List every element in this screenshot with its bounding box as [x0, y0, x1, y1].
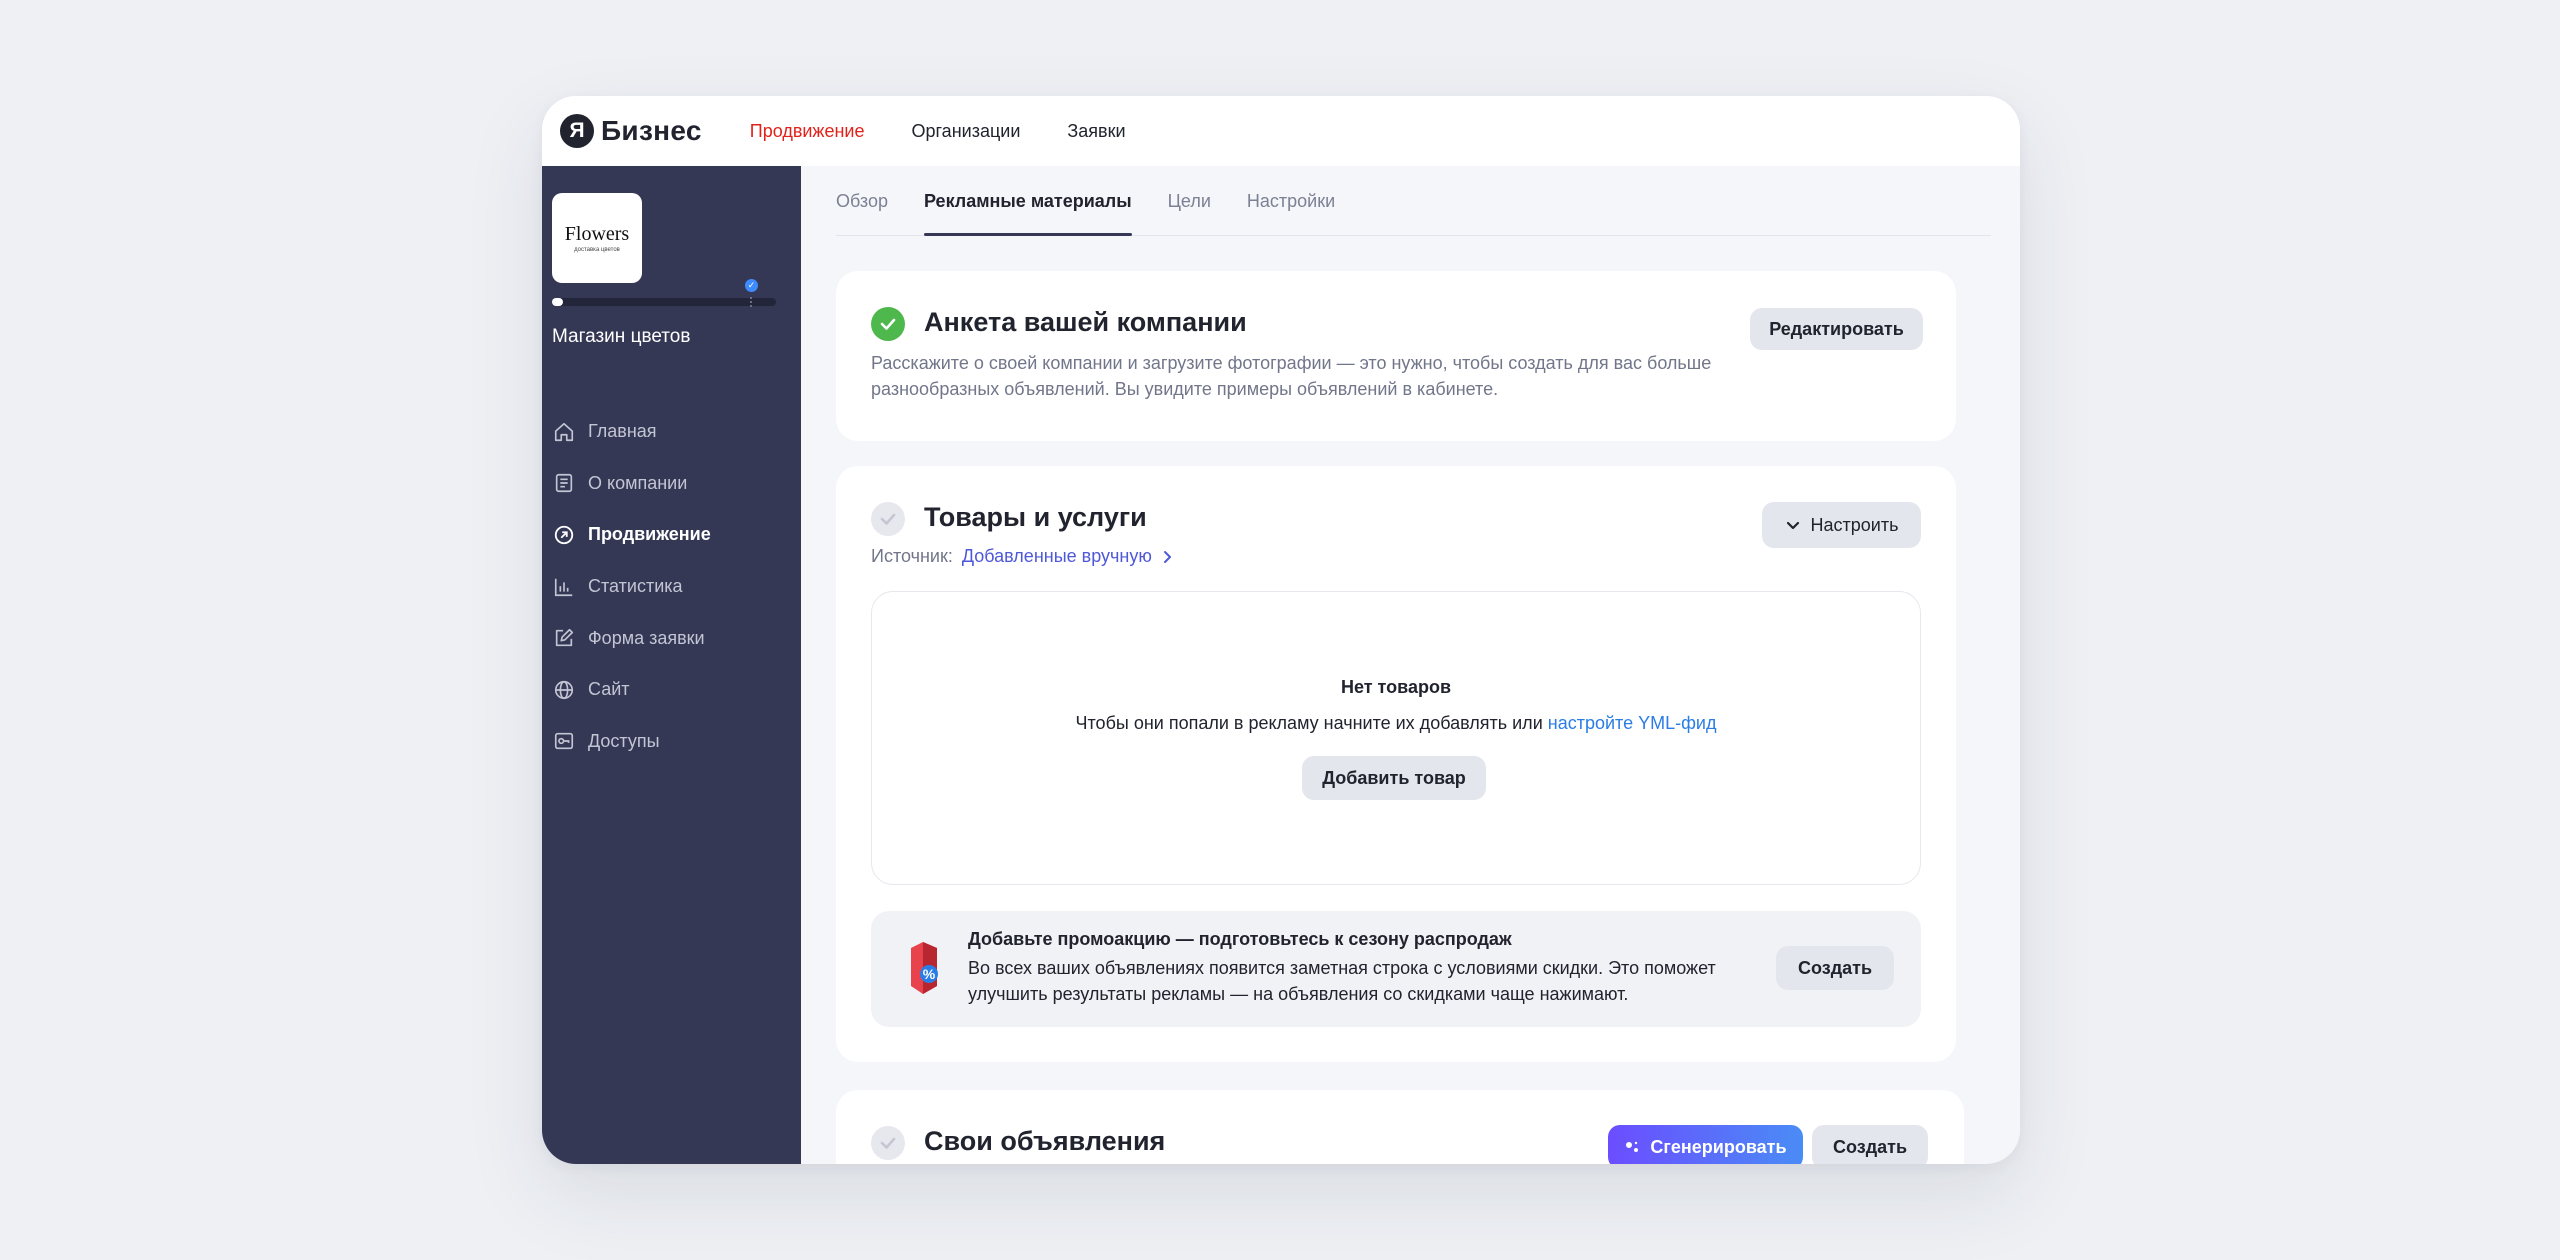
- empty-products-hint: Чтобы они попали в рекламу начните их до…: [1075, 713, 1543, 733]
- yml-feed-link[interactable]: настройте YML-фид: [1548, 713, 1717, 733]
- sidebar-item-site[interactable]: Сайт: [552, 664, 711, 716]
- globe-icon: [552, 678, 576, 702]
- own-ads-card: Свои объявления Сгенерировать Создать: [836, 1090, 1964, 1164]
- profile-desc-line-1: Расскажите о своей компании и загрузите …: [871, 353, 1712, 373]
- sidebar-item-home[interactable]: Главная: [552, 406, 711, 458]
- app-window: Я Бизнес Продвижение Организации Заявки …: [542, 96, 2020, 1164]
- main-content: Обзор Рекламные материалы Цели Настройки…: [801, 166, 2020, 1164]
- sidebar-item-label: Доступы: [588, 730, 660, 751]
- sidebar-item-statistics[interactable]: Статистика: [552, 561, 711, 613]
- configure-button-label: Настроить: [1810, 514, 1899, 535]
- generate-button-label: Сгенерировать: [1650, 1136, 1787, 1157]
- sidebar-item-label: Статистика: [588, 576, 683, 597]
- bar-chart-icon: [552, 575, 576, 599]
- sidebar-item-label: Сайт: [588, 679, 630, 700]
- configure-button[interactable]: Настроить: [1762, 502, 1921, 548]
- promo-title: Добавьте промоакцию — подготовьтесь к се…: [968, 929, 1512, 949]
- home-icon: [552, 420, 576, 444]
- create-promo-button[interactable]: Создать: [1776, 946, 1894, 990]
- check-done-icon: [871, 307, 905, 341]
- chevron-right-icon[interactable]: [1160, 550, 1174, 564]
- promo-banner: % Добавьте промоакцию — подготовьтесь к …: [871, 911, 1921, 1027]
- profile-card-description: Расскажите о своей компании и загрузите …: [871, 350, 1711, 402]
- promo-text-line-2: улучшить результаты рекламы — на объявле…: [968, 984, 1629, 1004]
- tab-bar: Обзор Рекламные материалы Цели Настройки: [836, 166, 1991, 236]
- promo-text: Во всех ваших объявлениях появится замет…: [968, 955, 1716, 1007]
- topnav-requests[interactable]: Заявки: [1067, 121, 1125, 142]
- top-bar: Я Бизнес Продвижение Организации Заявки: [542, 96, 2020, 166]
- sidebar: Flowers доставка цветов ✓ Магазин цветов…: [542, 166, 801, 1164]
- sidebar-menu: Главная О компании Продвижение Статистик…: [552, 406, 711, 767]
- svg-text:%: %: [923, 966, 936, 982]
- yandex-logo-icon: Я: [560, 114, 594, 148]
- company-logo[interactable]: Flowers доставка цветов: [552, 193, 642, 283]
- generate-button[interactable]: Сгенерировать: [1608, 1125, 1803, 1164]
- topnav-promotion[interactable]: Продвижение: [750, 121, 865, 142]
- create-ad-button[interactable]: Создать: [1812, 1125, 1928, 1164]
- sidebar-item-access[interactable]: Доступы: [552, 716, 711, 768]
- tab-goals[interactable]: Цели: [1168, 166, 1211, 236]
- discount-tag-icon: %: [903, 938, 949, 998]
- tab-ad-materials[interactable]: Рекламные материалы: [924, 166, 1132, 236]
- verified-badge-icon: ✓: [745, 279, 758, 292]
- top-navigation: Продвижение Организации Заявки: [750, 121, 1173, 142]
- check-pending-icon: [871, 502, 905, 536]
- empty-products-title: Нет товаров: [1340, 677, 1452, 697]
- check-pending-icon: [871, 1126, 905, 1160]
- key-icon: [552, 729, 576, 753]
- topnav-organizations[interactable]: Организации: [912, 121, 1021, 142]
- company-logo-subtitle: доставка цветов: [574, 246, 620, 253]
- sidebar-item-label: Главная: [588, 421, 657, 442]
- progress-marker: [750, 297, 752, 307]
- empty-products-box: Нет товаров Чтобы они попали в рекламу н…: [871, 591, 1921, 885]
- chevron-down-icon: [1785, 517, 1801, 533]
- sidebar-item-about[interactable]: О компании: [552, 458, 711, 510]
- company-logo-title: Flowers: [564, 222, 630, 245]
- source-label: Источник:: [871, 546, 953, 566]
- sidebar-item-promotion[interactable]: Продвижение: [552, 509, 711, 561]
- profile-progress-bar: [552, 298, 776, 306]
- sparkle-icon: [1624, 1139, 1640, 1155]
- sidebar-item-label: Продвижение: [588, 524, 711, 545]
- promo-text-line-1: Во всех ваших объявлениях появится замет…: [968, 958, 1716, 978]
- logo-text: Бизнес: [601, 115, 702, 146]
- document-icon: [552, 471, 576, 495]
- products-card-title: Товары и услуги: [924, 502, 1147, 532]
- profile-desc-line-2: разнообразных объявлений. Вы увидите при…: [871, 379, 1499, 399]
- empty-products-text: Чтобы они попали в рекламу начните их до…: [872, 713, 1920, 734]
- profile-card-title: Анкета вашей компании: [924, 307, 1247, 337]
- products-card: Товары и услуги Настроить Источник: Доба…: [836, 466, 1956, 1062]
- company-name: Магазин цветов: [552, 326, 691, 347]
- company-profile-card: Анкета вашей компании Расскажите о своей…: [836, 271, 1956, 441]
- yandex-business-logo[interactable]: Я Бизнес: [560, 114, 702, 148]
- tab-settings[interactable]: Настройки: [1247, 166, 1335, 236]
- promotion-arrow-icon: [552, 523, 576, 547]
- own-ads-card-title: Свои объявления: [924, 1126, 1166, 1156]
- sidebar-item-label: Форма заявки: [588, 627, 705, 648]
- source-row: Источник: Добавленные вручную: [871, 546, 1174, 567]
- tab-overview[interactable]: Обзор: [836, 166, 888, 236]
- profile-progress-fill: [552, 298, 564, 306]
- add-product-button[interactable]: Добавить товар: [1302, 756, 1486, 800]
- source-link[interactable]: Добавленные вручную: [962, 546, 1152, 567]
- edit-form-icon: [552, 626, 576, 650]
- sidebar-item-label: О компании: [588, 472, 688, 493]
- sidebar-item-request-form[interactable]: Форма заявки: [552, 612, 711, 664]
- edit-profile-button[interactable]: Редактировать: [1750, 308, 1923, 350]
